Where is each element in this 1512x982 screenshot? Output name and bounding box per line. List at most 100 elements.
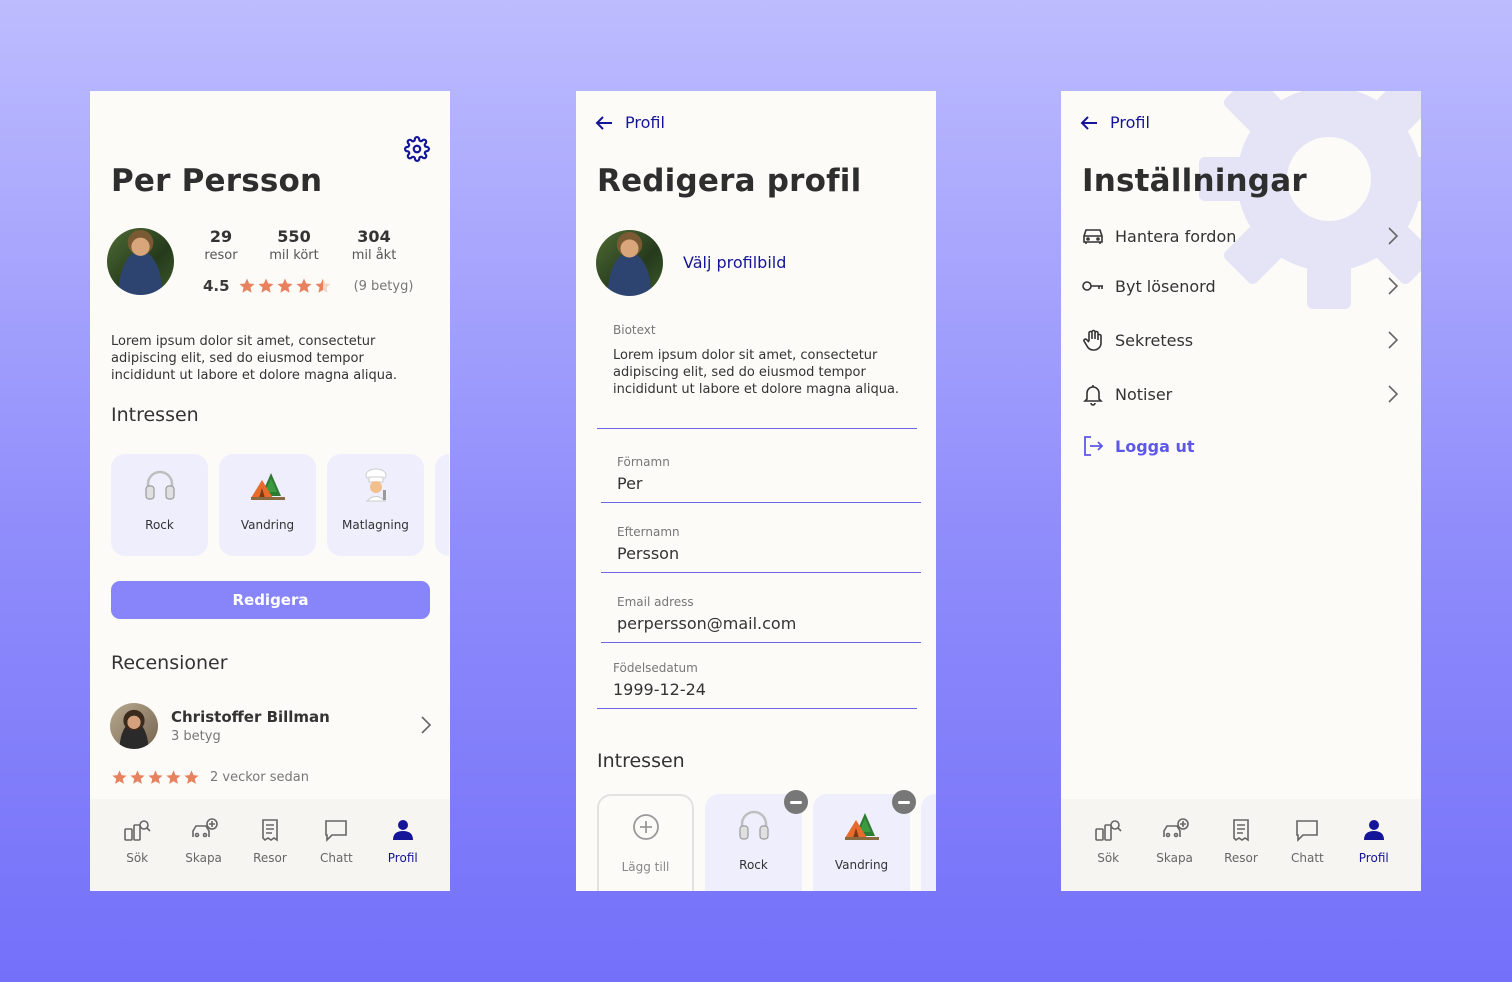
firstname-input[interactable]: Per bbox=[617, 474, 921, 493]
reviewer-avatar bbox=[110, 703, 158, 749]
key-icon bbox=[1082, 281, 1103, 291]
stat-label: mil kört bbox=[269, 248, 319, 263]
edit-profile-screen: Profil Redigera profil Välj profilbild B… bbox=[576, 91, 936, 891]
settings-item-label: Sekretess bbox=[1115, 330, 1194, 350]
tent-icon bbox=[844, 813, 879, 840]
rating-count: (9 betyg) bbox=[353, 278, 414, 294]
nav-label: Skapa bbox=[1156, 851, 1193, 865]
birthdate-field[interactable]: Födelsedatum 1999-12-24 bbox=[597, 661, 917, 709]
remove-interest-button[interactable] bbox=[784, 790, 808, 814]
interest-chip-vandring[interactable]: Vandring bbox=[813, 790, 916, 891]
interest-chip-rock[interactable]: Rock bbox=[111, 454, 208, 556]
add-interest-button[interactable]: Lägg till bbox=[597, 794, 694, 891]
nav-sok[interactable]: Sök bbox=[1080, 799, 1136, 891]
car-icon bbox=[1083, 229, 1103, 244]
nav-skapa[interactable]: Skapa bbox=[1147, 799, 1203, 891]
lastname-field[interactable]: Efternamn Persson bbox=[601, 525, 921, 573]
choose-picture-link[interactable]: Välj profilbild bbox=[683, 253, 786, 272]
logout-button[interactable]: Logga ut bbox=[1081, 432, 1399, 460]
star-icon bbox=[112, 770, 127, 784]
headphones-icon bbox=[738, 810, 769, 840]
email-field[interactable]: Email adress perpersson@mail.com bbox=[601, 595, 921, 643]
plus-circle-icon bbox=[632, 814, 659, 840]
chat-icon bbox=[325, 820, 348, 842]
rating-value: 4.5 bbox=[203, 277, 230, 295]
back-button[interactable]: Profil bbox=[1080, 113, 1150, 132]
interest-chip-more[interactable] bbox=[435, 454, 449, 556]
interest-chip-vandring[interactable]: Vandring bbox=[219, 454, 316, 556]
nav-label: Chatt bbox=[1290, 851, 1324, 865]
interests-heading: Intressen bbox=[597, 750, 685, 772]
nav-resor[interactable]: Resor bbox=[242, 799, 298, 891]
interest-chip-rock[interactable]: Rock bbox=[705, 790, 808, 891]
bottom-nav: Sök Skapa Resor Chatt Profil bbox=[90, 799, 450, 891]
nav-chatt[interactable]: Chatt bbox=[308, 799, 364, 891]
interest-label: Vandring bbox=[834, 858, 889, 872]
nav-label: Sök bbox=[1097, 851, 1120, 865]
receipt-icon bbox=[1233, 819, 1249, 842]
stat-label: resor bbox=[204, 248, 238, 263]
reviewer-count: 3 betyg bbox=[171, 729, 221, 744]
stat-value: 304 bbox=[357, 227, 391, 246]
nav-profil[interactable]: Profil bbox=[375, 799, 431, 891]
field-label: Efternamn bbox=[617, 525, 680, 539]
nav-label: Profil bbox=[1358, 851, 1389, 865]
settings-item-notifications[interactable]: Notiser bbox=[1081, 380, 1399, 408]
rating: 4.5 (9 betyg) bbox=[203, 277, 413, 295]
firstname-field[interactable]: Förnamn Per bbox=[601, 455, 921, 503]
logout-icon bbox=[1084, 436, 1104, 456]
page-title: Per Persson bbox=[111, 163, 323, 199]
nav-label: Resor bbox=[1224, 851, 1258, 865]
review-meta: 2 veckor sedan bbox=[111, 769, 309, 786]
interest-chip-more[interactable] bbox=[921, 794, 936, 891]
bio-field[interactable]: Biotext Lorem ipsum dolor sit amet, cons… bbox=[597, 323, 917, 429]
profile-screen: Per Persson 29 resor 550 mil kört 304 mi… bbox=[90, 91, 450, 891]
back-label: Profil bbox=[1110, 113, 1150, 132]
review-row[interactable]: Christoffer Billman 3 betyg bbox=[110, 703, 432, 749]
chat-icon bbox=[1296, 820, 1319, 842]
page-title: Inställningar bbox=[1082, 163, 1307, 199]
nav-skapa[interactable]: Skapa bbox=[176, 799, 232, 891]
settings-item-password[interactable]: Byt lösenord bbox=[1081, 272, 1399, 300]
reviews-heading: Recensioner bbox=[111, 652, 228, 674]
arrow-left-icon bbox=[1080, 115, 1097, 130]
star-icon bbox=[184, 770, 199, 784]
chevron-right-icon bbox=[1388, 277, 1399, 295]
review-stars bbox=[111, 769, 200, 786]
nav-label: Chatt bbox=[319, 851, 353, 865]
review-time: 2 veckor sedan bbox=[210, 770, 309, 785]
chevron-right-icon bbox=[421, 716, 432, 734]
nav-resor[interactable]: Resor bbox=[1213, 799, 1269, 891]
chevron-right-icon bbox=[1388, 385, 1399, 403]
email-input[interactable]: perpersson@mail.com bbox=[617, 614, 921, 633]
lastname-input[interactable]: Persson bbox=[617, 544, 921, 563]
interest-chip-matlagning[interactable]: Matlagning bbox=[327, 454, 424, 556]
birthdate-input[interactable]: 1999-12-24 bbox=[613, 680, 917, 699]
settings-item-label: Notiser bbox=[1115, 384, 1173, 404]
bio-textarea[interactable]: Lorem ipsum dolor sit amet, consectetur … bbox=[613, 347, 903, 398]
chef-icon bbox=[365, 468, 386, 502]
remove-interest-button[interactable] bbox=[892, 790, 916, 814]
bell-icon bbox=[1083, 385, 1103, 406]
reviewer-name: Christoffer Billman bbox=[171, 708, 330, 726]
car-plus-icon bbox=[191, 818, 218, 838]
logout-label: Logga ut bbox=[1115, 436, 1195, 456]
rating-stars bbox=[238, 277, 332, 295]
add-label: Lägg till bbox=[621, 860, 670, 874]
stat-driven: 550 mil kört bbox=[259, 227, 329, 263]
nav-sok[interactable]: Sök bbox=[109, 799, 165, 891]
star-icon bbox=[315, 278, 331, 293]
nav-profil[interactable]: Profil bbox=[1346, 799, 1402, 891]
gear-icon[interactable] bbox=[404, 136, 430, 162]
settings-item-vehicles[interactable]: Hantera fordon bbox=[1081, 222, 1399, 250]
interest-label: Vandring bbox=[240, 518, 295, 532]
settings-item-label: Hantera fordon bbox=[1115, 226, 1237, 246]
back-button[interactable]: Profil bbox=[595, 113, 665, 132]
star-icon bbox=[148, 770, 163, 784]
edit-profile-button[interactable]: Redigera bbox=[111, 581, 430, 619]
nav-label: Resor bbox=[253, 851, 287, 865]
nav-label: Sök bbox=[126, 851, 149, 865]
back-label: Profil bbox=[625, 113, 665, 132]
settings-item-privacy[interactable]: Sekretess bbox=[1081, 326, 1399, 354]
nav-chatt[interactable]: Chatt bbox=[1279, 799, 1335, 891]
